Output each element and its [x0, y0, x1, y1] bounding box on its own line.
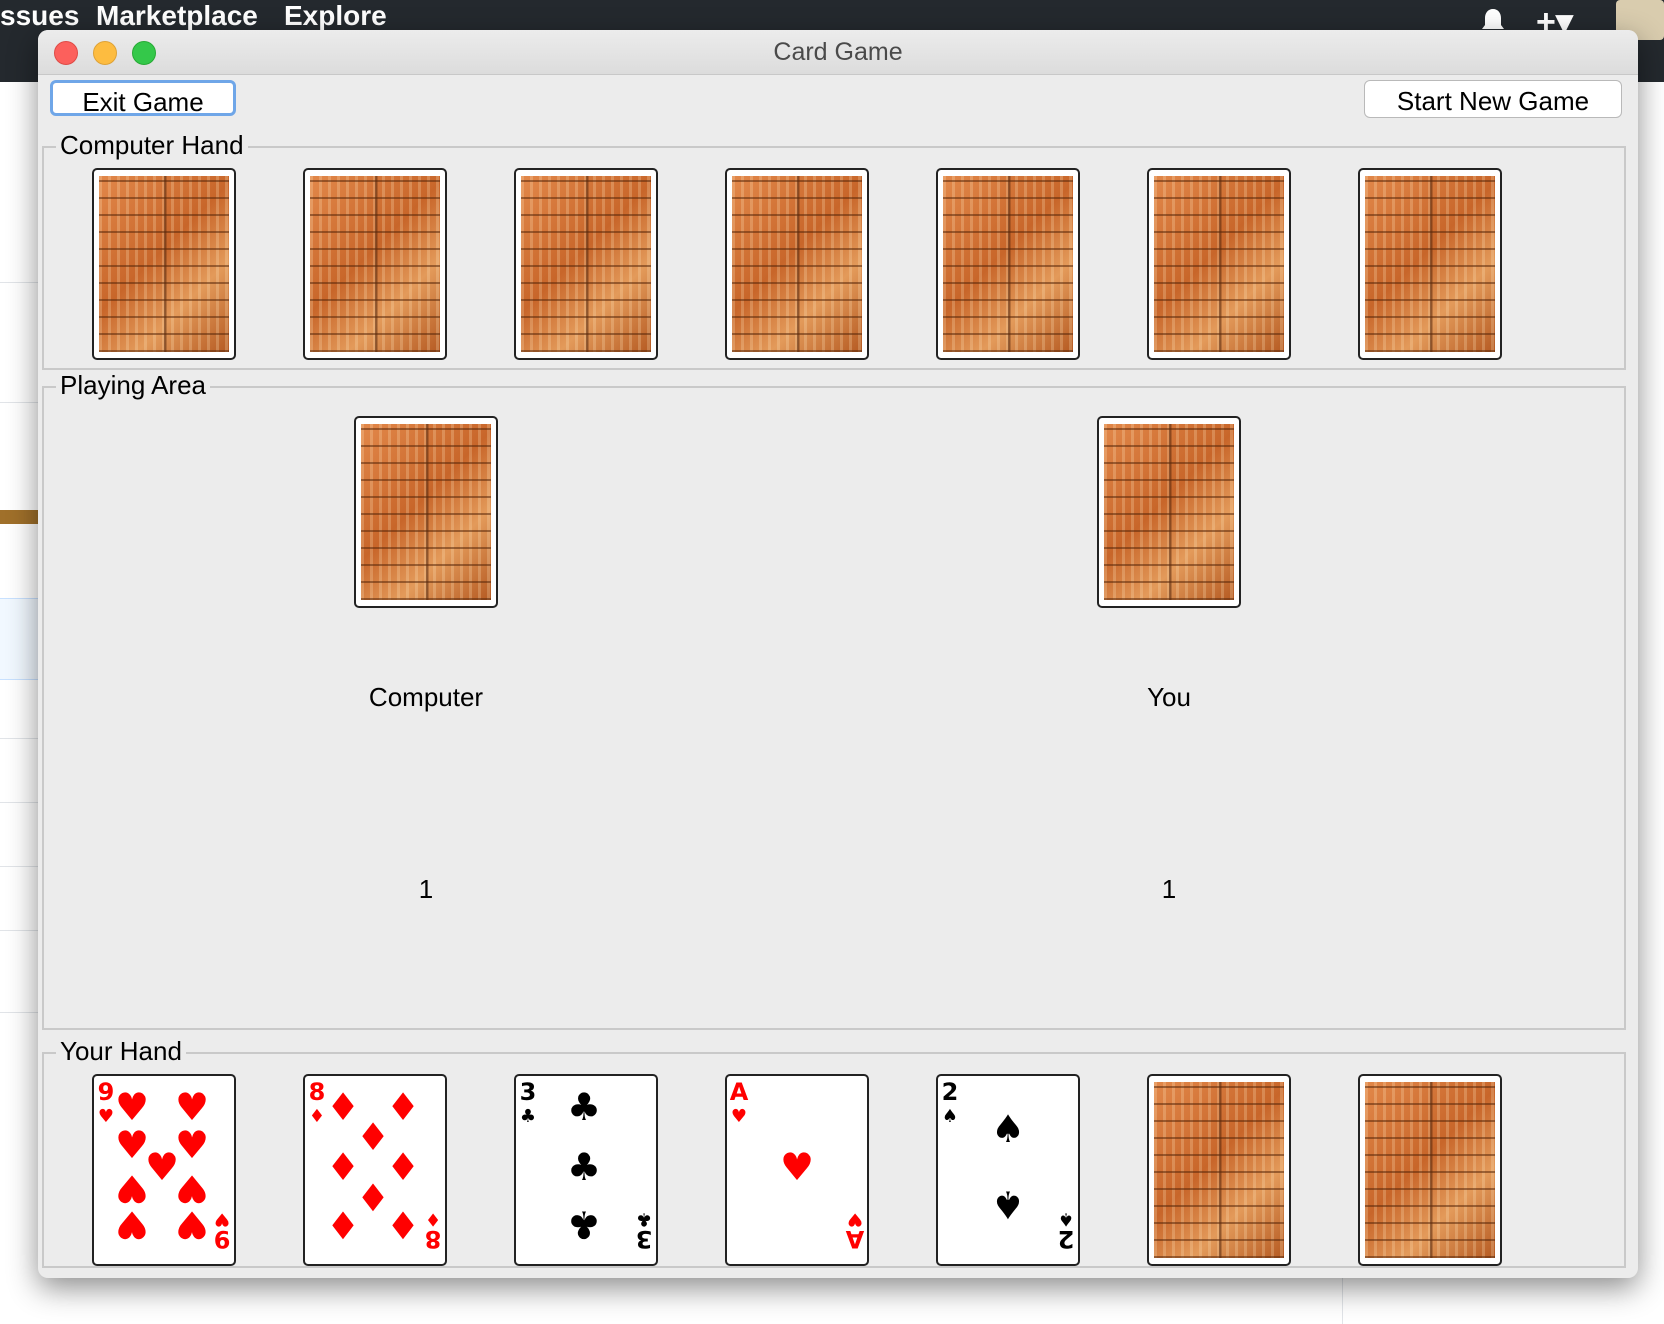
- player-hand-card[interactable]: 9 ♥ 9 ♥ ♥ ♥ ♥ ♥ ♥ ♥ ♥ ♥ ♥: [92, 1074, 236, 1266]
- card-face: 8♦8♦♦ ♦♦♦ ♦♦♦ ♦: [309, 1078, 442, 1253]
- spades-pip-icon: ♠: [991, 1182, 1025, 1226]
- player-hand-card[interactable]: A ♥ A ♥ ♥: [725, 1074, 869, 1266]
- browser-page-edge: [0, 82, 40, 1324]
- diamonds-pip-icon: ♦: [326, 1085, 360, 1129]
- computer-hand-panel: Computer Hand: [42, 130, 1626, 370]
- card-suit-icon: ♥: [731, 1106, 747, 1127]
- player-hand-card[interactable]: 3 ♣ 3 ♣ ♣ ♣ ♣: [514, 1074, 658, 1266]
- card-rank: 3: [520, 1078, 537, 1106]
- exit-game-button[interactable]: Exit Game: [50, 80, 236, 117]
- divider: [0, 402, 40, 403]
- divider: [0, 282, 40, 283]
- diamonds-pip-icon: ♦: [386, 1202, 420, 1246]
- card-face: 3♣3♣♣♣♣: [520, 1078, 653, 1253]
- nav-link-issues[interactable]: ssues: [0, 0, 79, 32]
- card-game-window: Card Game Exit Game Start New Game Compu…: [38, 30, 1638, 1278]
- computer-hand-card[interactable]: [725, 168, 869, 360]
- divider: [0, 866, 40, 867]
- card-suit-icon: ♥: [214, 1208, 230, 1229]
- card-back: [732, 176, 862, 352]
- card-suit-icon: ♣: [520, 1106, 536, 1127]
- computer-hand-card[interactable]: [1358, 168, 1502, 360]
- card-suit-icon: ♠: [1058, 1208, 1074, 1229]
- card-back: [1154, 176, 1284, 352]
- clubs-pip-icon: ♣: [567, 1145, 601, 1189]
- player-hand-card[interactable]: 2 ♠ 2 ♠ ♠ ♠: [936, 1074, 1080, 1266]
- computer-score: 1: [418, 874, 434, 904]
- clubs-pip-icon: ♣: [567, 1202, 601, 1246]
- card-back: [310, 176, 440, 352]
- card-rank: 2: [942, 1078, 959, 1106]
- player-hand-card[interactable]: [1147, 1074, 1291, 1266]
- hearts-pip-icon: ♥: [175, 1123, 209, 1167]
- hearts-pip-icon: ♥: [115, 1202, 149, 1246]
- start-new-game-button[interactable]: Start New Game: [1364, 80, 1622, 118]
- card-suit-icon: ♦: [425, 1208, 441, 1229]
- card-suit-icon: ♣: [636, 1208, 652, 1229]
- diamonds-pip-icon: ♦: [386, 1085, 420, 1129]
- card-suit-icon: ♥: [98, 1106, 114, 1127]
- computer-hand-card[interactable]: [936, 168, 1080, 360]
- card-suit-icon: ♥: [847, 1208, 863, 1229]
- playing-area-panel: Playing Area Computer You 1 1: [42, 370, 1626, 1030]
- you-label: You: [1147, 682, 1191, 712]
- diamonds-pip-icon: ♦: [326, 1202, 360, 1246]
- progress-stripe: [0, 510, 40, 524]
- computer-hand-card[interactable]: [514, 168, 658, 360]
- your-hand-panel: Your Hand 9 ♥ 9 ♥ ♥ ♥ ♥ ♥ ♥ ♥ ♥ ♥ ♥ 8 ♦ 8 ♦ ♦ ♦ ♦ ♦ ♦ ♦ ♦ ♦ 3 ♣ 3 ♣ ♣…: [42, 1036, 1626, 1268]
- divider: [0, 930, 40, 931]
- diamonds-pip-icon: ♦: [386, 1145, 420, 1189]
- card-back: [943, 176, 1073, 352]
- computer-hand-card[interactable]: [303, 168, 447, 360]
- card-back: [361, 424, 491, 600]
- title-bar[interactable]: Card Game: [38, 30, 1638, 75]
- window-title: Card Game: [773, 38, 903, 66]
- card-back: [1365, 176, 1495, 352]
- browser-page-bottom: [0, 1280, 1664, 1324]
- hearts-pip-icon: ♥: [115, 1123, 149, 1167]
- divider: [0, 802, 40, 803]
- diamonds-pip-icon: ♦: [326, 1145, 360, 1189]
- card-back: [1154, 1082, 1284, 1258]
- computer-hand-title: Computer Hand: [56, 130, 248, 160]
- card-back: [1365, 1082, 1495, 1258]
- card-back: [1104, 424, 1234, 600]
- card-suit-icon: ♠: [942, 1106, 958, 1127]
- hearts-pip-icon: ♥: [175, 1202, 209, 1246]
- player-played-card: [1097, 416, 1241, 608]
- your-hand-title: Your Hand: [56, 1036, 186, 1066]
- nav-link-explore[interactable]: Explore: [284, 0, 387, 32]
- hearts-pip-icon: ♥: [780, 1145, 814, 1189]
- divider: [1342, 1278, 1343, 1324]
- diamonds-pip-icon: ♦: [356, 1174, 390, 1218]
- player-hand-card[interactable]: [1358, 1074, 1502, 1266]
- computer-label: Computer: [368, 682, 484, 712]
- card-rank: A: [730, 1078, 749, 1106]
- diamonds-pip-icon: ♦: [356, 1115, 390, 1159]
- divider: [0, 738, 40, 739]
- spades-pip-icon: ♠: [991, 1107, 1025, 1151]
- card-face: 9♥9♥♥ ♥♥ ♥♥♥ ♥♥ ♥: [98, 1078, 231, 1253]
- computer-played-card: [354, 416, 498, 608]
- card-suit-icon: ♦: [309, 1106, 325, 1127]
- card-face: A♥A♥♥: [730, 1078, 865, 1253]
- computer-hand-card[interactable]: [1147, 168, 1291, 360]
- card-rank: 9: [98, 1078, 115, 1106]
- you-score: 1: [1161, 874, 1177, 904]
- hearts-pip-icon: ♥: [145, 1145, 179, 1189]
- divider: [0, 1012, 40, 1013]
- clubs-pip-icon: ♣: [567, 1085, 601, 1129]
- card-rank: 8: [309, 1078, 326, 1106]
- playing-area-title: Playing Area: [56, 370, 210, 400]
- card-face: 2♠2♠♠♠: [942, 1078, 1075, 1253]
- card-back: [521, 176, 651, 352]
- highlight-row: [0, 598, 40, 680]
- computer-hand-card[interactable]: [92, 168, 236, 360]
- nav-link-marketplace[interactable]: Marketplace: [96, 0, 258, 32]
- card-back: [99, 176, 229, 352]
- player-hand-card[interactable]: 8 ♦ 8 ♦ ♦ ♦ ♦ ♦ ♦ ♦ ♦ ♦: [303, 1074, 447, 1266]
